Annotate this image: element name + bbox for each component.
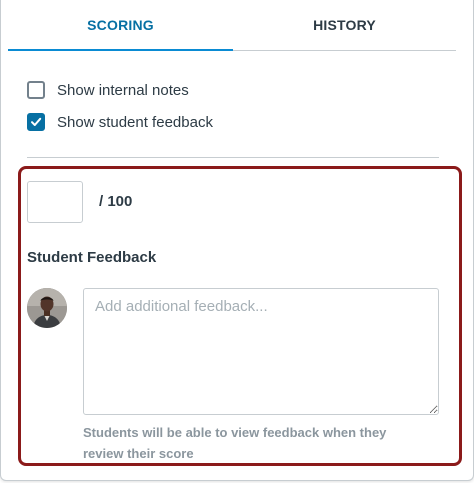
score-total-label: / 100 (99, 193, 133, 210)
show-internal-notes-label: Show internal notes (57, 81, 189, 99)
tab-bar: SCORING HISTORY (8, 0, 456, 51)
show-student-feedback-checkbox[interactable] (27, 113, 45, 131)
show-student-feedback-label: Show student feedback (57, 113, 213, 131)
score-input[interactable] (27, 181, 83, 223)
student-feedback-heading: Student Feedback (27, 249, 157, 266)
feedback-helper-text: Students will be able to view feedback w… (83, 425, 387, 461)
feedback-textarea[interactable] (83, 288, 439, 415)
section-divider (27, 157, 439, 158)
avatar-portrait-icon (27, 288, 67, 328)
tab-scoring[interactable]: SCORING (8, 0, 233, 51)
grading-panel-page: SCORING HISTORY Show internal notes Show… (0, 0, 474, 483)
show-internal-notes-option[interactable]: Show internal notes (27, 80, 189, 100)
show-student-feedback-option[interactable]: Show student feedback (27, 112, 213, 132)
show-internal-notes-checkbox[interactable] (27, 81, 45, 99)
tab-history[interactable]: HISTORY (233, 0, 456, 50)
grading-panel: SCORING HISTORY Show internal notes Show… (0, 0, 474, 481)
check-icon (31, 117, 42, 126)
user-avatar (27, 288, 67, 328)
